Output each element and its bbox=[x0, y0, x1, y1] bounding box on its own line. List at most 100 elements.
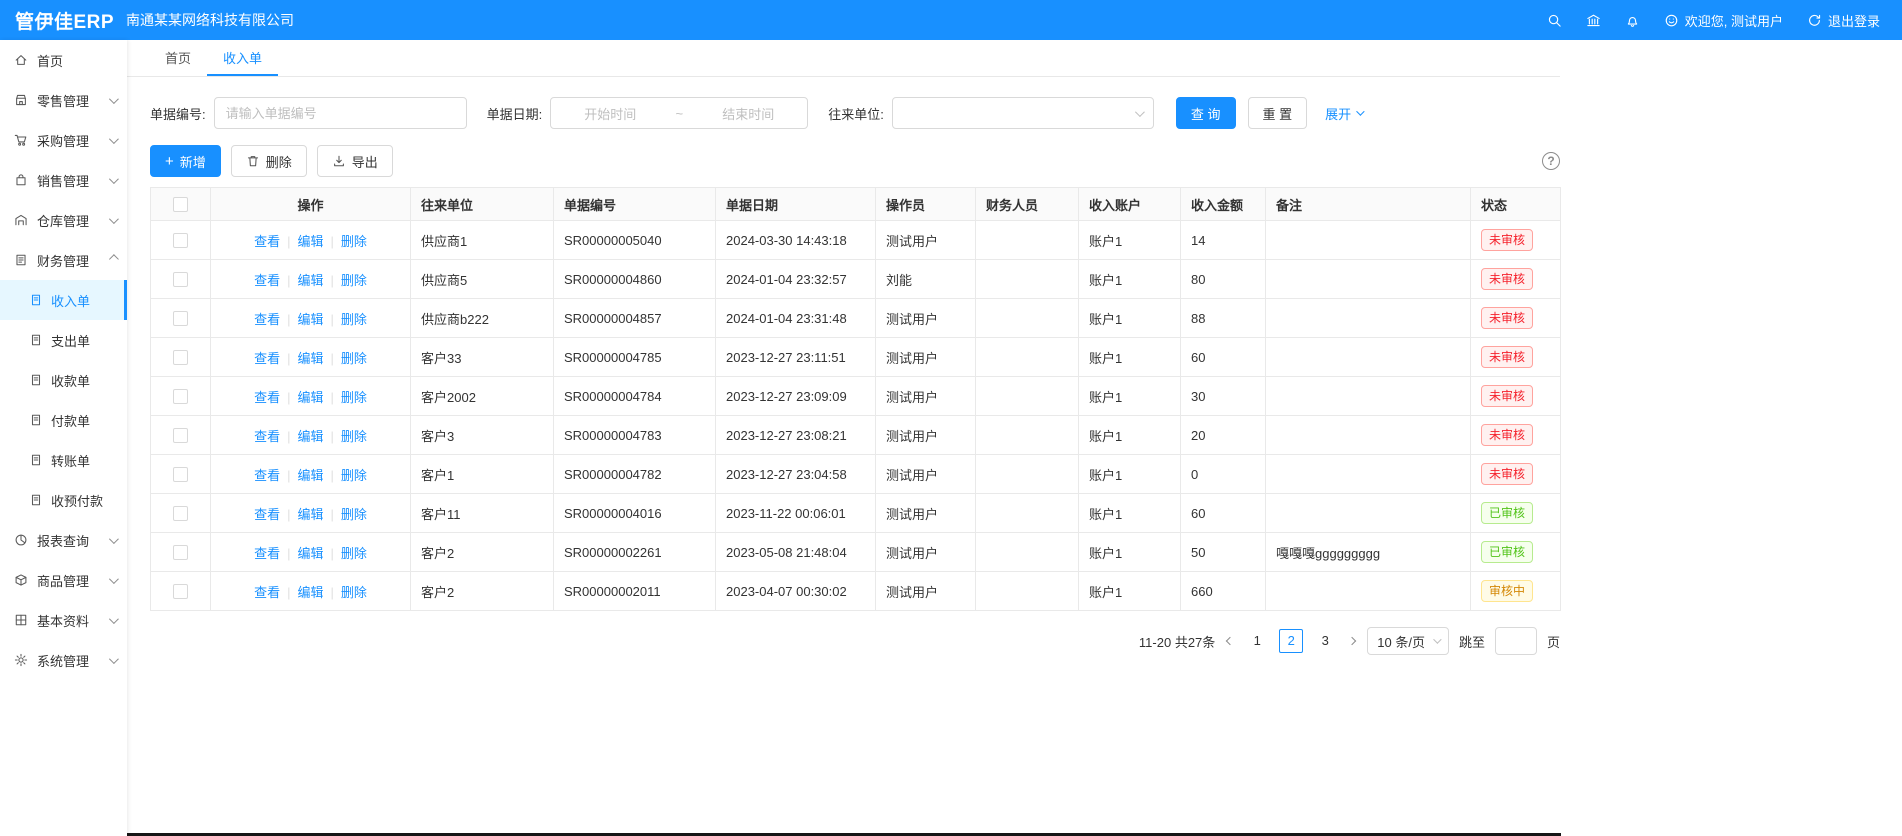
row-action-edit[interactable]: 编辑 bbox=[297, 351, 323, 366]
row-checkbox[interactable] bbox=[173, 545, 188, 560]
logout-button[interactable]: 退出登录 bbox=[1807, 11, 1880, 30]
chevron-down-icon bbox=[1135, 107, 1145, 117]
row-action-edit[interactable]: 编辑 bbox=[297, 507, 323, 522]
number-filter-input[interactable] bbox=[214, 97, 467, 129]
warehouse-icon bbox=[14, 213, 28, 227]
table-row: 查看|编辑|删除客户2002SR000000047842023-12-27 23… bbox=[151, 377, 1561, 416]
prev-page-button[interactable] bbox=[1225, 638, 1235, 644]
row-action-edit[interactable]: 编辑 bbox=[297, 312, 323, 327]
add-button[interactable]: + 新增 bbox=[150, 145, 221, 177]
table-row: 查看|编辑|删除供应商5SR000000048602024-01-04 23:3… bbox=[151, 260, 1561, 299]
welcome-text: 欢迎您, 测试用户 bbox=[1685, 11, 1783, 30]
sidebar-subitem-income[interactable]: 收入单 bbox=[0, 280, 127, 320]
sidebar-item-purchase[interactable]: 采购管理 bbox=[0, 120, 127, 160]
row-action-view[interactable]: 查看 bbox=[254, 234, 280, 249]
partner-select[interactable] bbox=[892, 97, 1154, 129]
sidebar-item-system[interactable]: 系统管理 bbox=[0, 640, 127, 680]
sidebar-subitem-prepaid[interactable]: 收预付款 bbox=[0, 480, 127, 520]
select-all-checkbox[interactable] bbox=[173, 197, 188, 212]
row-action-edit[interactable]: 编辑 bbox=[297, 273, 323, 288]
row-action-delete[interactable]: 删除 bbox=[341, 390, 367, 405]
delete-button[interactable]: 删除 bbox=[231, 145, 307, 177]
next-page-button[interactable] bbox=[1347, 638, 1357, 644]
sidebar-item-goods[interactable]: 商品管理 bbox=[0, 560, 127, 600]
sidebar-subitem-transfer[interactable]: 转账单 bbox=[0, 440, 127, 480]
row-checkbox[interactable] bbox=[173, 467, 188, 482]
sidebar-item-label: 仓库管理 bbox=[37, 211, 100, 230]
row-action-delete[interactable]: 删除 bbox=[341, 429, 367, 444]
row-action-edit[interactable]: 编辑 bbox=[297, 546, 323, 561]
row-action-edit[interactable]: 编辑 bbox=[297, 429, 323, 444]
page-button-2[interactable]: 2 bbox=[1279, 629, 1303, 653]
row-action-view[interactable]: 查看 bbox=[254, 585, 280, 600]
row-action-view[interactable]: 查看 bbox=[254, 468, 280, 483]
row-action-edit[interactable]: 编辑 bbox=[297, 234, 323, 249]
row-action-delete[interactable]: 删除 bbox=[341, 273, 367, 288]
row-action-view[interactable]: 查看 bbox=[254, 429, 280, 444]
help-icon[interactable]: ? bbox=[1542, 152, 1560, 170]
jump-input[interactable] bbox=[1495, 627, 1537, 655]
row-action-delete[interactable]: 删除 bbox=[341, 351, 367, 366]
row-action-view[interactable]: 查看 bbox=[254, 312, 280, 327]
sidebar-item-report[interactable]: 报表查询 bbox=[0, 520, 127, 560]
row-action-edit[interactable]: 编辑 bbox=[297, 585, 323, 600]
tab-income[interactable]: 收入单 bbox=[207, 40, 278, 76]
basic-icon bbox=[14, 613, 28, 627]
page-button-1[interactable]: 1 bbox=[1245, 629, 1269, 653]
row-checkbox[interactable] bbox=[173, 233, 188, 248]
row-action-edit[interactable]: 编辑 bbox=[297, 468, 323, 483]
row-checkbox[interactable] bbox=[173, 584, 188, 599]
row-action-edit[interactable]: 编辑 bbox=[297, 390, 323, 405]
sidebar-item-sales[interactable]: 销售管理 bbox=[0, 160, 127, 200]
sidebar-subitem-payment[interactable]: 付款单 bbox=[0, 400, 127, 440]
row-action-delete[interactable]: 删除 bbox=[341, 507, 367, 522]
row-checkbox[interactable] bbox=[173, 506, 188, 521]
welcome-user[interactable]: 欢迎您, 测试用户 bbox=[1664, 11, 1783, 30]
column-header: 操作员 bbox=[876, 188, 976, 221]
sidebar-item-basic[interactable]: 基本资料 bbox=[0, 600, 127, 640]
search-button[interactable]: 查 询 bbox=[1176, 97, 1236, 129]
row-action-view[interactable]: 查看 bbox=[254, 507, 280, 522]
sidebar-item-retail[interactable]: 零售管理 bbox=[0, 80, 127, 120]
row-checkbox[interactable] bbox=[173, 389, 188, 404]
cell-remark bbox=[1266, 494, 1471, 533]
row-action-view[interactable]: 查看 bbox=[254, 351, 280, 366]
cell-remark bbox=[1266, 455, 1471, 494]
export-button[interactable]: 导出 bbox=[317, 145, 393, 177]
row-checkbox[interactable] bbox=[173, 350, 188, 365]
bell-icon[interactable] bbox=[1625, 13, 1640, 28]
bank-icon[interactable] bbox=[1586, 13, 1601, 28]
table-row: 查看|编辑|删除客户2SR000000022612023-05-08 21:48… bbox=[151, 533, 1561, 572]
row-action-delete[interactable]: 删除 bbox=[341, 234, 367, 249]
reset-button[interactable]: 重 置 bbox=[1248, 97, 1308, 129]
sidebar-item-home[interactable]: 首页 bbox=[0, 40, 127, 80]
column-header: 单据编号 bbox=[554, 188, 716, 221]
cell-partner: 客户11 bbox=[411, 494, 554, 533]
cell-partner: 客户33 bbox=[411, 338, 554, 377]
sidebar-item-finance[interactable]: 财务管理 bbox=[0, 240, 127, 280]
sidebar-subitem-expense[interactable]: 支出单 bbox=[0, 320, 127, 360]
row-checkbox[interactable] bbox=[173, 272, 188, 287]
tab-home[interactable]: 首页 bbox=[149, 40, 207, 76]
row-action-delete[interactable]: 删除 bbox=[341, 468, 367, 483]
row-action-delete[interactable]: 删除 bbox=[341, 546, 367, 561]
expand-link[interactable]: 展开 bbox=[1325, 104, 1362, 123]
sidebar-item-label: 零售管理 bbox=[37, 91, 100, 110]
action-divider: | bbox=[287, 351, 290, 366]
date-range-input[interactable]: 开始时间 ~ 结束时间 bbox=[550, 97, 808, 129]
row-action-view[interactable]: 查看 bbox=[254, 546, 280, 561]
page-button-3[interactable]: 3 bbox=[1313, 629, 1337, 653]
row-action-view[interactable]: 查看 bbox=[254, 273, 280, 288]
status-badge: 已审核 bbox=[1481, 541, 1533, 563]
row-checkbox[interactable] bbox=[173, 428, 188, 443]
row-action-delete[interactable]: 删除 bbox=[341, 585, 367, 600]
row-checkbox[interactable] bbox=[173, 311, 188, 326]
row-action-delete[interactable]: 删除 bbox=[341, 312, 367, 327]
page-size-select[interactable]: 10 条/页 bbox=[1367, 627, 1449, 655]
cell-number: SR00000004016 bbox=[554, 494, 716, 533]
sidebar-item-warehouse[interactable]: 仓库管理 bbox=[0, 200, 127, 240]
row-action-view[interactable]: 查看 bbox=[254, 390, 280, 405]
logout-icon bbox=[1807, 13, 1822, 28]
sidebar-subitem-receipt[interactable]: 收款单 bbox=[0, 360, 127, 400]
search-icon[interactable] bbox=[1547, 13, 1562, 28]
